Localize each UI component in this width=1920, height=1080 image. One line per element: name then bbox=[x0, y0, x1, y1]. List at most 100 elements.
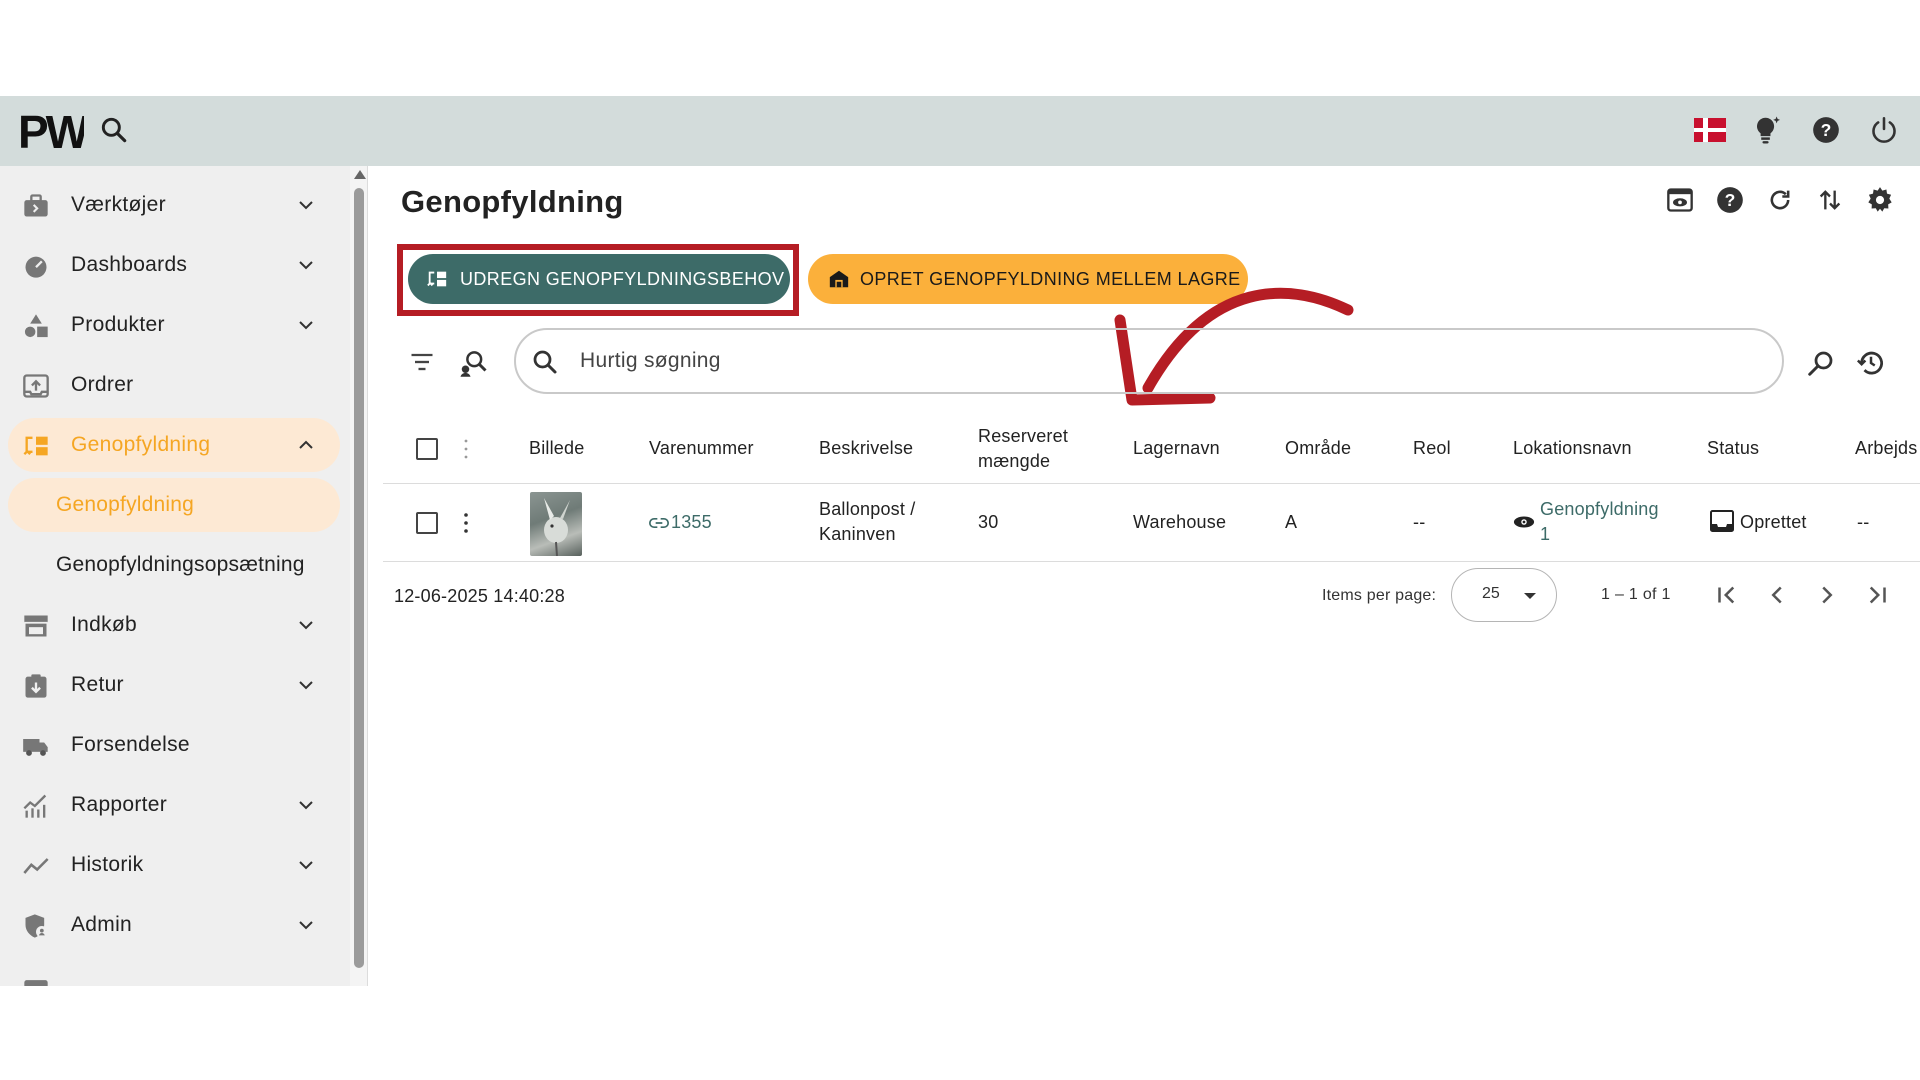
column-menu-icon[interactable] bbox=[463, 437, 469, 461]
sidebar-item-vaerktoejer[interactable]: Værktøjer bbox=[8, 178, 340, 232]
sidebar-item-more[interactable] bbox=[8, 958, 340, 986]
quick-search[interactable] bbox=[514, 328, 1784, 394]
sidebar-item-label: Værktøjer bbox=[71, 193, 166, 216]
help-button[interactable]: ? bbox=[1810, 112, 1842, 148]
status-cell: Oprettet bbox=[1710, 510, 1807, 535]
sidebar-item-label: Rapporter bbox=[71, 793, 168, 816]
scroll-up-icon[interactable] bbox=[354, 170, 366, 179]
select-all-checkbox[interactable] bbox=[416, 438, 438, 460]
sidebar-item-label: Indkøb bbox=[71, 613, 137, 636]
language-button[interactable] bbox=[1694, 112, 1726, 148]
pw-logo[interactable]: PW bbox=[18, 106, 84, 154]
chevron-down-icon bbox=[299, 681, 313, 690]
eye-icon bbox=[1513, 516, 1535, 528]
description-line1: Ballonpost / bbox=[819, 499, 916, 519]
product-image bbox=[544, 498, 570, 556]
description-cell: Ballonpost / Kaninven bbox=[819, 497, 915, 547]
location-line1: Genopfyldning bbox=[1540, 499, 1659, 519]
logout-button[interactable] bbox=[1868, 112, 1900, 148]
column-header-reserved-line2: mængde bbox=[978, 451, 1051, 471]
column-header-description[interactable]: Beskrivelse bbox=[819, 436, 913, 461]
svg-text:PW: PW bbox=[18, 106, 84, 154]
warehouse-cell: Warehouse bbox=[1133, 512, 1227, 532]
chevron-down-icon bbox=[299, 261, 313, 270]
previous-page-icon[interactable] bbox=[1762, 580, 1792, 610]
pagination-range: 1 – 1 of 1 bbox=[1601, 586, 1671, 603]
warehouse-icon bbox=[829, 270, 849, 288]
truck-icon bbox=[23, 739, 48, 756]
items-per-page-label: Items per page: bbox=[1322, 587, 1437, 604]
briefcase-icon bbox=[24, 194, 48, 217]
row-checkbox[interactable] bbox=[416, 512, 438, 534]
description-line2: Kaninven bbox=[819, 524, 896, 544]
sidebar-item-retur[interactable]: Retur bbox=[8, 658, 340, 712]
chevron-down-icon bbox=[299, 921, 313, 930]
history-icon[interactable] bbox=[1856, 348, 1886, 378]
sort-icon[interactable] bbox=[1816, 186, 1844, 214]
column-header-work[interactable]: Arbejds bbox=[1855, 436, 1917, 461]
sidebar-item-label: Produkter bbox=[71, 313, 165, 336]
sidebar-item-produkter[interactable]: Produkter bbox=[8, 298, 340, 352]
inbox-upload-icon bbox=[23, 374, 49, 398]
sidebar-scrollbar[interactable] bbox=[350, 166, 368, 986]
sidebar-subitem-genopfyldning[interactable]: Genopfyldning bbox=[8, 478, 340, 532]
sidebar-item-genopfyldning[interactable]: Genopfyldning bbox=[8, 418, 340, 472]
search-icon[interactable] bbox=[98, 114, 130, 146]
chevron-down-icon bbox=[299, 861, 313, 870]
settings-icon[interactable] bbox=[1866, 186, 1894, 214]
items-per-page-select[interactable]: 25 bbox=[1451, 568, 1557, 622]
column-header-area[interactable]: Område bbox=[1285, 436, 1351, 461]
area-cell: A bbox=[1285, 512, 1298, 532]
shelf-cell: -- bbox=[1413, 512, 1426, 532]
refresh-icon[interactable] bbox=[1766, 186, 1794, 214]
user-search-icon[interactable] bbox=[458, 348, 488, 378]
column-header-status[interactable]: Status bbox=[1707, 436, 1759, 461]
first-page-icon[interactable] bbox=[1712, 580, 1742, 610]
product-thumbnail[interactable] bbox=[530, 492, 582, 556]
location-line2: 1 bbox=[1540, 524, 1551, 544]
sidebar-item-ordrer[interactable]: Ordrer bbox=[8, 358, 340, 412]
sidebar-item-historik[interactable]: Historik bbox=[8, 838, 340, 892]
search-input[interactable] bbox=[580, 342, 1760, 380]
sidebar-item-indkoeb[interactable]: Indkøb bbox=[8, 598, 340, 652]
svg-text:?: ? bbox=[1725, 190, 1736, 210]
next-page-icon[interactable] bbox=[1812, 580, 1842, 610]
last-page-icon[interactable] bbox=[1862, 580, 1892, 610]
header-actions: ? bbox=[1666, 186, 1894, 214]
column-header-reserved[interactable]: Reserveret mængde bbox=[978, 424, 1068, 474]
search-icon bbox=[533, 350, 557, 374]
caret-down-icon bbox=[1524, 593, 1536, 599]
column-header-image[interactable]: Billede bbox=[529, 436, 584, 461]
column-header-shelf[interactable]: Reol bbox=[1413, 436, 1451, 461]
chevron-down-icon bbox=[299, 201, 313, 210]
table-row[interactable]: 1355 Ballonpost / Kaninven 30 Warehouse … bbox=[383, 484, 1920, 562]
column-header-location[interactable]: Lokationsnavn bbox=[1513, 436, 1632, 461]
preview-icon[interactable] bbox=[1666, 186, 1694, 214]
help-icon[interactable]: ? bbox=[1716, 186, 1744, 214]
column-header-sku[interactable]: Varenummer bbox=[649, 436, 754, 461]
shield-user-icon bbox=[25, 914, 48, 938]
sidebar-subitem-genopfyldningsopsaetning[interactable]: Genopfyldningsopsætning bbox=[8, 538, 340, 592]
filter-icon[interactable] bbox=[408, 348, 436, 376]
help-icon: ? bbox=[1813, 117, 1839, 143]
return-box-icon bbox=[25, 674, 47, 698]
annotation-highlight-box bbox=[397, 244, 799, 316]
tips-button[interactable] bbox=[1752, 112, 1784, 148]
scrollbar-thumb[interactable] bbox=[354, 188, 364, 968]
sku-link[interactable]: 1355 bbox=[649, 510, 712, 535]
location-link[interactable]: Genopfyldning 1 bbox=[1513, 497, 1659, 547]
sidebar-item-dashboards[interactable]: Dashboards bbox=[8, 238, 340, 292]
trend-icon bbox=[23, 858, 49, 874]
sidebar-item-rapporter[interactable]: Rapporter bbox=[8, 778, 340, 832]
top-bar: PW ? bbox=[0, 96, 1920, 166]
row-menu-icon[interactable] bbox=[463, 511, 469, 535]
chevron-down-icon bbox=[299, 321, 313, 330]
sidebar-item-label: Dashboards bbox=[71, 253, 188, 276]
sidebar-item-forsendelse[interactable]: Forsendelse bbox=[8, 718, 340, 772]
zoom-search-icon[interactable] bbox=[1806, 348, 1836, 378]
sidebar-item-admin[interactable]: Admin bbox=[8, 898, 340, 952]
column-header-warehouse[interactable]: Lagernavn bbox=[1133, 436, 1220, 461]
svg-text:?: ? bbox=[1821, 120, 1832, 140]
chart-icon bbox=[23, 794, 47, 818]
bottom-margin bbox=[0, 986, 1920, 1080]
